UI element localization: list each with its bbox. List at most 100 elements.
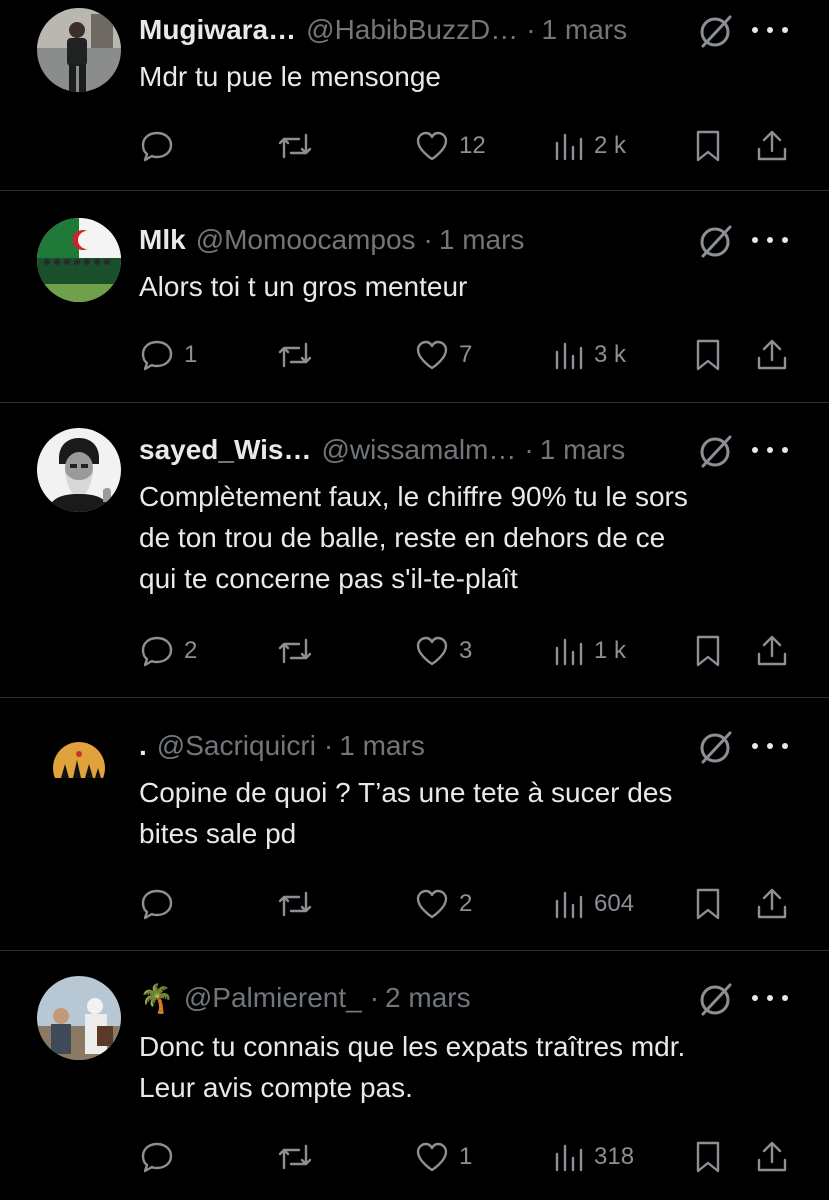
user-handle[interactable]: @Sacriquicri	[157, 730, 316, 762]
like-count: 7	[459, 341, 473, 368]
grok-icon[interactable]	[697, 980, 735, 1018]
user-handle[interactable]: @HabibBuzzD…	[306, 14, 518, 46]
bookmark-button[interactable]	[690, 631, 726, 671]
retweet-button[interactable]	[275, 126, 315, 166]
share-icon	[757, 635, 787, 666]
timestamp[interactable]: 1 mars	[540, 434, 626, 466]
avatar[interactable]	[37, 428, 121, 512]
more-dots-icon[interactable]	[752, 731, 788, 761]
like-button[interactable]: 12	[413, 126, 486, 166]
views-button[interactable]: 318	[552, 1137, 634, 1177]
bookmark-button[interactable]	[690, 335, 726, 375]
bookmark-icon	[696, 339, 720, 371]
bar-chart-icon	[555, 891, 583, 919]
reply-button[interactable]	[138, 884, 184, 924]
separator: ·	[323, 730, 334, 761]
views-button[interactable]: 604	[552, 884, 634, 924]
display-name[interactable]: Mlk	[139, 224, 186, 256]
action-bar: 1 318	[0, 1137, 829, 1177]
heart-icon	[416, 131, 448, 161]
reply-button[interactable]: 1	[138, 335, 197, 375]
heart-icon	[416, 1142, 448, 1172]
more-dots-icon[interactable]	[752, 983, 788, 1013]
more-dots-icon[interactable]	[752, 225, 788, 255]
bar-chart-icon	[555, 133, 583, 161]
avatar[interactable]	[37, 8, 121, 92]
like-count: 2	[459, 890, 473, 917]
bar-chart-icon	[555, 638, 583, 666]
timestamp[interactable]: 1 mars	[339, 730, 425, 762]
like-button[interactable]: 1	[413, 1137, 472, 1177]
views-button[interactable]: 3 k	[552, 335, 626, 375]
retweet-button[interactable]	[275, 884, 315, 924]
bookmark-button[interactable]	[690, 1137, 726, 1177]
display-name[interactable]: sayed_Wis…	[139, 434, 312, 466]
avatar[interactable]	[37, 218, 121, 302]
tweet-text: Mdr tu pue le mensonge	[139, 56, 809, 97]
action-bar: 1 7 3 k	[0, 335, 829, 375]
views-button[interactable]: 1 k	[552, 631, 626, 671]
tweet-text-line: Complètement faux, le chiffre 90% tu le …	[139, 481, 688, 512]
speech-bubble-icon	[141, 636, 173, 667]
share-icon	[757, 888, 787, 919]
grok-icon[interactable]	[697, 222, 735, 260]
reply-button[interactable]: 2	[138, 631, 197, 671]
retweet-button[interactable]	[275, 1137, 315, 1177]
action-bar: 2 604	[0, 884, 829, 924]
reply-count: 2	[184, 637, 198, 664]
user-handle[interactable]: @Momoocampos	[196, 224, 416, 256]
bookmark-icon	[696, 635, 720, 667]
bookmark-button[interactable]	[690, 884, 726, 924]
timestamp[interactable]: 2 mars	[385, 982, 471, 1014]
views-button[interactable]: 2 k	[552, 126, 626, 166]
speech-bubble-icon	[141, 131, 173, 162]
reply-button[interactable]	[138, 126, 184, 166]
divider	[0, 402, 829, 403]
user-handle[interactable]: @wissamalm…	[322, 434, 517, 466]
avatar[interactable]	[37, 724, 121, 808]
like-button[interactable]: 3	[413, 631, 472, 671]
display-name[interactable]: 🌴	[139, 982, 174, 1015]
divider	[0, 190, 829, 191]
like-button[interactable]: 2	[413, 884, 472, 924]
share-button[interactable]	[753, 335, 791, 375]
like-count: 12	[459, 132, 486, 159]
tweet-text: Donc tu connais que les expats traîtres …	[139, 1026, 809, 1108]
share-button[interactable]	[753, 1137, 791, 1177]
bookmark-icon	[696, 888, 720, 920]
reply-count: 1	[184, 341, 198, 368]
view-count: 3 k	[594, 341, 627, 368]
retweet-icon	[278, 1144, 312, 1170]
bookmark-button[interactable]	[690, 126, 726, 166]
grok-icon[interactable]	[697, 432, 735, 470]
user-handle[interactable]: @Palmierent_	[184, 982, 362, 1014]
more-dots-icon[interactable]	[752, 435, 788, 465]
retweet-icon	[278, 342, 312, 368]
avatar[interactable]	[37, 976, 121, 1060]
grok-icon[interactable]	[697, 728, 735, 766]
timestamp[interactable]: 1 mars	[542, 14, 628, 46]
like-button[interactable]: 7	[413, 335, 472, 375]
tweet-text-line: de ton trou de balle, reste en dehors de…	[139, 522, 666, 553]
retweet-button[interactable]	[275, 335, 315, 375]
action-bar: 2 3 1 k	[0, 631, 829, 671]
share-button[interactable]	[753, 126, 791, 166]
view-count: 318	[594, 1143, 635, 1170]
reply-button[interactable]	[138, 1137, 184, 1177]
retweet-button[interactable]	[275, 631, 315, 671]
more-dots-icon[interactable]	[752, 15, 788, 45]
share-button[interactable]	[753, 884, 791, 924]
divider	[0, 697, 829, 698]
bookmark-icon	[696, 1141, 720, 1173]
tweet-text-line: Donc tu connais que les expats traîtres …	[139, 1031, 686, 1062]
separator: ·	[524, 434, 534, 465]
grok-icon[interactable]	[697, 12, 735, 50]
retweet-icon	[278, 638, 312, 664]
tweet-text: Complètement faux, le chiffre 90% tu le …	[139, 476, 809, 599]
display-name[interactable]: Mugiwara…	[139, 14, 296, 46]
share-button[interactable]	[753, 631, 791, 671]
tweet-text: Copine de quoi ? T’as une tete à sucer d…	[139, 772, 809, 854]
display-name[interactable]: .	[139, 730, 147, 762]
timestamp[interactable]: 1 mars	[439, 224, 525, 256]
share-icon	[757, 339, 787, 370]
